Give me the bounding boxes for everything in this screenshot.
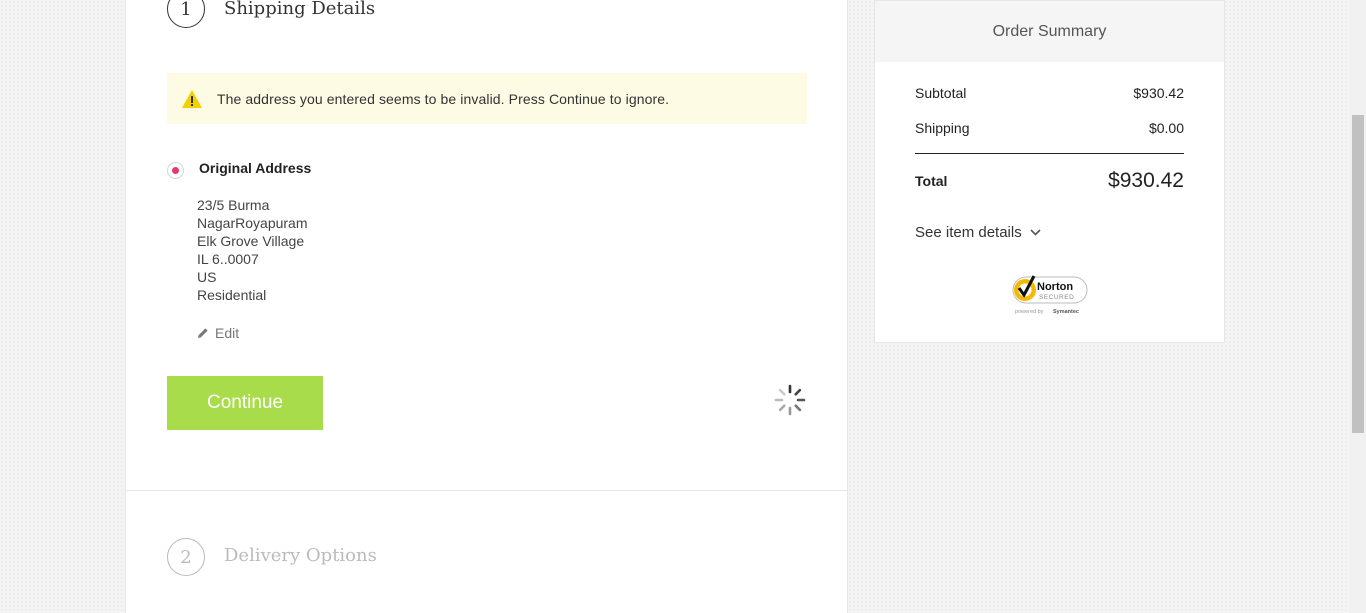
norton-brand-text: Norton	[1037, 281, 1073, 293]
see-item-details-label: See item details	[915, 224, 1022, 241]
step-1-title: Shipping Details	[224, 0, 376, 19]
checkout-panel: 1 Shipping Details The address you enter…	[125, 0, 848, 613]
original-address-radio[interactable]	[167, 162, 184, 179]
address-line: IL 6..0007	[197, 251, 259, 267]
step-2-number: 2	[167, 538, 205, 576]
shipping-row: Shipping $0.00	[915, 120, 1184, 136]
address-lines: 23/5 Burma NagarRoyapuram Elk Grove Vill…	[197, 196, 308, 304]
continue-button[interactable]: Continue	[167, 376, 323, 430]
summary-divider	[915, 153, 1184, 154]
radio-selected-dot	[172, 167, 179, 174]
step-2-title: Delivery Options	[224, 545, 377, 566]
norton-secured-badge-icon: Norton SECURED powered by Symantec	[1012, 275, 1088, 315]
norton-powered-text: powered by	[1015, 309, 1044, 315]
subtotal-value: $930.42	[1133, 85, 1184, 101]
edit-label: Edit	[215, 325, 240, 341]
page-scrollbar[interactable]	[1349, 0, 1366, 613]
section-divider	[126, 490, 847, 491]
warning-text: The address you entered seems to be inva…	[217, 90, 670, 107]
address-line: NagarRoyapuram	[197, 215, 308, 231]
total-row: Total $930.42	[915, 169, 1184, 193]
original-address-label[interactable]: Original Address	[199, 160, 311, 176]
address-line: US	[197, 269, 217, 285]
subtotal-label: Subtotal	[915, 85, 967, 101]
order-summary-title: Order Summary	[875, 1, 1224, 62]
shipping-value: $0.00	[1148, 120, 1184, 136]
edit-address-link[interactable]: Edit	[197, 325, 239, 341]
shipping-label: Shipping	[915, 120, 970, 136]
norton-symantec-text: Symantec	[1053, 309, 1079, 315]
address-line: Elk Grove Village	[197, 233, 305, 249]
total-value: $930.42	[1108, 169, 1184, 192]
order-summary: Order Summary Subtotal $930.42 Shipping …	[874, 0, 1225, 343]
scrollbar-thumb[interactable]	[1352, 115, 1364, 433]
pencil-icon	[198, 328, 208, 338]
chevron-down-icon	[1030, 229, 1041, 236]
norton-secured-text: SECURED	[1039, 294, 1074, 301]
address-line: 23/5 Burma	[197, 197, 270, 213]
see-item-details-link[interactable]: See item details	[915, 224, 1041, 241]
address-line: Residential	[197, 287, 267, 303]
subtotal-row: Subtotal $930.42	[915, 85, 1184, 101]
address-warning: The address you entered seems to be inva…	[167, 73, 807, 124]
warning-icon	[182, 89, 202, 108]
loading-spinner-icon	[774, 384, 806, 416]
step-1-number: 1	[167, 0, 205, 28]
total-label: Total	[915, 173, 948, 189]
